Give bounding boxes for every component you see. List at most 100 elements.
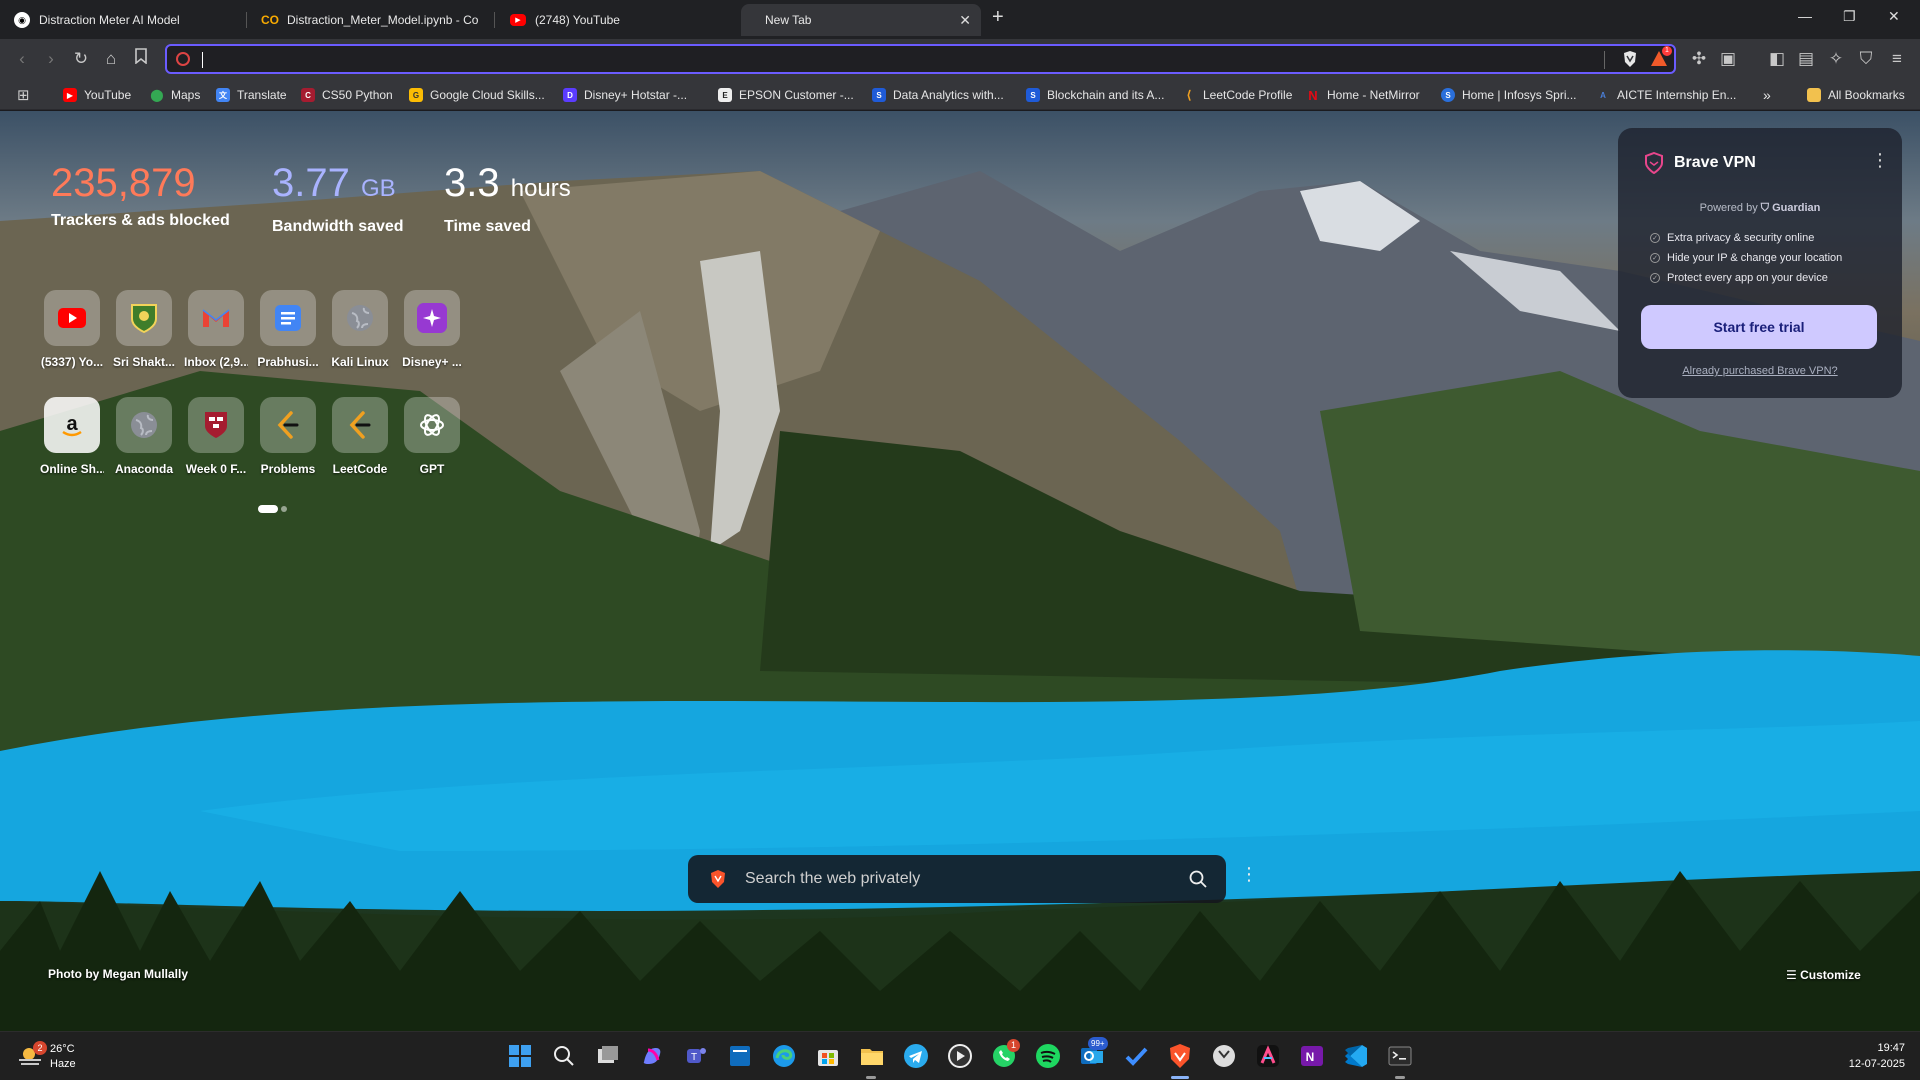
edge-icon[interactable]	[770, 1042, 798, 1070]
onenote-icon[interactable]: N	[1298, 1042, 1326, 1070]
bookmark-infosys[interactable]: S Home | Infosys Spri...	[1441, 87, 1577, 103]
leo-ai-icon[interactable]: ✧	[1825, 48, 1847, 70]
more-options-icon[interactable]: ⋮	[1871, 150, 1889, 171]
home-icon[interactable]: ⌂	[100, 48, 122, 70]
search-input[interactable]	[745, 868, 1165, 890]
bookmark-label: Maps	[171, 88, 201, 102]
search-icon[interactable]	[1188, 869, 1208, 889]
weather-widget[interactable]: 2 26°C Haze	[17, 1040, 117, 1074]
terminal-icon[interactable]	[1386, 1042, 1414, 1070]
sidebar-icon[interactable]: ◧	[1766, 48, 1788, 70]
top-site-gpt[interactable]: GPT	[400, 397, 464, 476]
bookmark-icon[interactable]	[130, 48, 152, 70]
forward-icon[interactable]: ›	[40, 48, 62, 70]
vpn-icon[interactable]: ⛉	[1855, 48, 1877, 70]
tab-search-icon[interactable]: ▣	[1717, 48, 1739, 70]
bookmark-aicte[interactable]: A AICTE Internship En...	[1596, 87, 1736, 103]
microsoft-store-icon[interactable]	[814, 1042, 842, 1070]
tab-new-tab[interactable]: New Tab ✕	[741, 4, 981, 36]
vpn-shield-icon	[1645, 152, 1663, 174]
top-site-label: Week 0 F...	[185, 462, 247, 476]
spotify-icon[interactable]	[1034, 1042, 1062, 1070]
bookmark-maps[interactable]: ⬤ Maps	[150, 87, 200, 103]
bookmark-netmirror[interactable]: N Home - NetMirror	[1306, 87, 1419, 103]
customize-label: Customize	[1800, 968, 1861, 982]
harvard-icon	[188, 397, 244, 453]
top-site-amazon[interactable]: a Online Sh...	[40, 397, 104, 476]
tab-colab[interactable]: CO Distraction_Meter_Model.ipynb - Colab	[250, 4, 490, 36]
bookmark-google-cloud[interactable]: G Google Cloud Skills...	[409, 87, 545, 103]
brave-shields-icon[interactable]	[1622, 50, 1638, 68]
top-site-leetcode[interactable]: LeetCode	[328, 397, 392, 476]
page-indicator[interactable]	[281, 506, 287, 512]
bookmark-label: Google Cloud Skills...	[430, 88, 545, 102]
customize-button[interactable]: ☰ Customize	[1786, 968, 1861, 982]
site-info-icon[interactable]	[176, 52, 190, 66]
all-bookmarks-folder[interactable]: All Bookmarks	[1807, 87, 1905, 103]
google-cloud-icon: G	[409, 88, 423, 102]
brave-rewards-icon[interactable]: 1	[1649, 46, 1672, 69]
feature-text: Protect every app on your device	[1667, 272, 1828, 284]
extensions-icon[interactable]: ✣	[1688, 48, 1710, 70]
whatsapp-badge: 1	[1007, 1039, 1020, 1052]
todo-icon[interactable]	[1122, 1042, 1150, 1070]
tab-youtube[interactable]: ▶ (2748) YouTube	[498, 4, 738, 36]
search-box[interactable]	[688, 855, 1226, 903]
start-free-trial-button[interactable]: Start free trial	[1641, 305, 1877, 349]
top-site-sri-shakthi[interactable]: Sri Shakt...	[112, 290, 176, 369]
top-site-label: Inbox (2,9...	[184, 355, 248, 369]
feature-text: Extra privacy & security online	[1667, 232, 1815, 244]
restore-icon[interactable]: ❐	[1843, 8, 1856, 25]
close-window-icon[interactable]: ✕	[1888, 8, 1900, 25]
back-icon[interactable]: ‹	[11, 48, 33, 70]
tab-distraction-meter[interactable]: ◉ Distraction Meter AI Model	[2, 4, 242, 36]
top-site-gmail[interactable]: Inbox (2,9...	[184, 290, 248, 369]
teams-icon[interactable]: T	[682, 1042, 710, 1070]
bandwidth-value: 3.77	[272, 161, 350, 205]
new-tab-button[interactable]: +	[992, 6, 1004, 29]
system-clock[interactable]: 19:47 12-07-2025	[1849, 1040, 1905, 1072]
widgets-icon[interactable]	[726, 1042, 754, 1070]
top-site-anaconda[interactable]: Anaconda	[112, 397, 176, 476]
top-site-week0[interactable]: Week 0 F...	[184, 397, 248, 476]
bookmark-translate[interactable]: 文 Translate	[216, 87, 287, 103]
amazon-icon: a	[44, 397, 100, 453]
taskbar-search-icon[interactable]	[550, 1042, 578, 1070]
svg-text:N: N	[1306, 1050, 1315, 1064]
copilot-icon[interactable]	[638, 1042, 666, 1070]
vscode-icon[interactable]	[1342, 1042, 1370, 1070]
media-player-icon[interactable]	[946, 1042, 974, 1070]
bookmark-data-analytics[interactable]: S Data Analytics with...	[872, 87, 1004, 103]
bookmark-cs50[interactable]: C CS50 Python	[301, 87, 393, 103]
search-options-icon[interactable]: ⋮	[1240, 864, 1258, 885]
bookmark-leetcode[interactable]: ⟨ LeetCode Profile	[1182, 87, 1292, 103]
close-tab-icon[interactable]: ✕	[959, 12, 971, 29]
bookmark-blockchain[interactable]: S Blockchain and its A...	[1026, 87, 1164, 103]
minimize-icon[interactable]: —	[1798, 8, 1812, 24]
apps-grid-icon[interactable]: ⊞	[17, 87, 30, 104]
address-bar[interactable]: 1	[165, 44, 1676, 74]
wallet-icon[interactable]: ▤	[1795, 48, 1817, 70]
task-view-icon[interactable]	[594, 1042, 622, 1070]
arc-app-icon[interactable]	[1254, 1042, 1282, 1070]
reload-icon[interactable]: ↻	[70, 48, 92, 70]
brave-browser-icon[interactable]	[1166, 1042, 1194, 1070]
already-purchased-link[interactable]: Already purchased Brave VPN?	[1618, 365, 1902, 377]
top-site-problems[interactable]: Problems	[256, 397, 320, 476]
top-site-hotstar[interactable]: Disney+ ...	[400, 290, 464, 369]
more-bookmarks-icon[interactable]: »	[1763, 87, 1771, 103]
github-desktop-icon[interactable]	[1210, 1042, 1238, 1070]
top-site-prabhusi[interactable]: Prabhusi...	[256, 290, 320, 369]
menu-icon[interactable]: ≡	[1886, 48, 1908, 70]
telegram-icon[interactable]	[902, 1042, 930, 1070]
page-indicator-active[interactable]	[258, 505, 278, 513]
windows-start-icon[interactable]	[506, 1042, 534, 1070]
address-input[interactable]	[201, 50, 1501, 70]
photo-credit[interactable]: Photo by Megan Mullally	[48, 967, 188, 981]
file-explorer-icon[interactable]	[858, 1042, 886, 1070]
top-site-kali-linux[interactable]: Kali Linux	[328, 290, 392, 369]
bookmark-hotstar[interactable]: D Disney+ Hotstar -...	[563, 87, 687, 103]
bookmark-youtube[interactable]: ▶ YouTube	[63, 87, 131, 103]
bookmark-epson[interactable]: E EPSON Customer -...	[718, 87, 854, 103]
top-site-youtube[interactable]: (5337) Yo...	[40, 290, 104, 369]
